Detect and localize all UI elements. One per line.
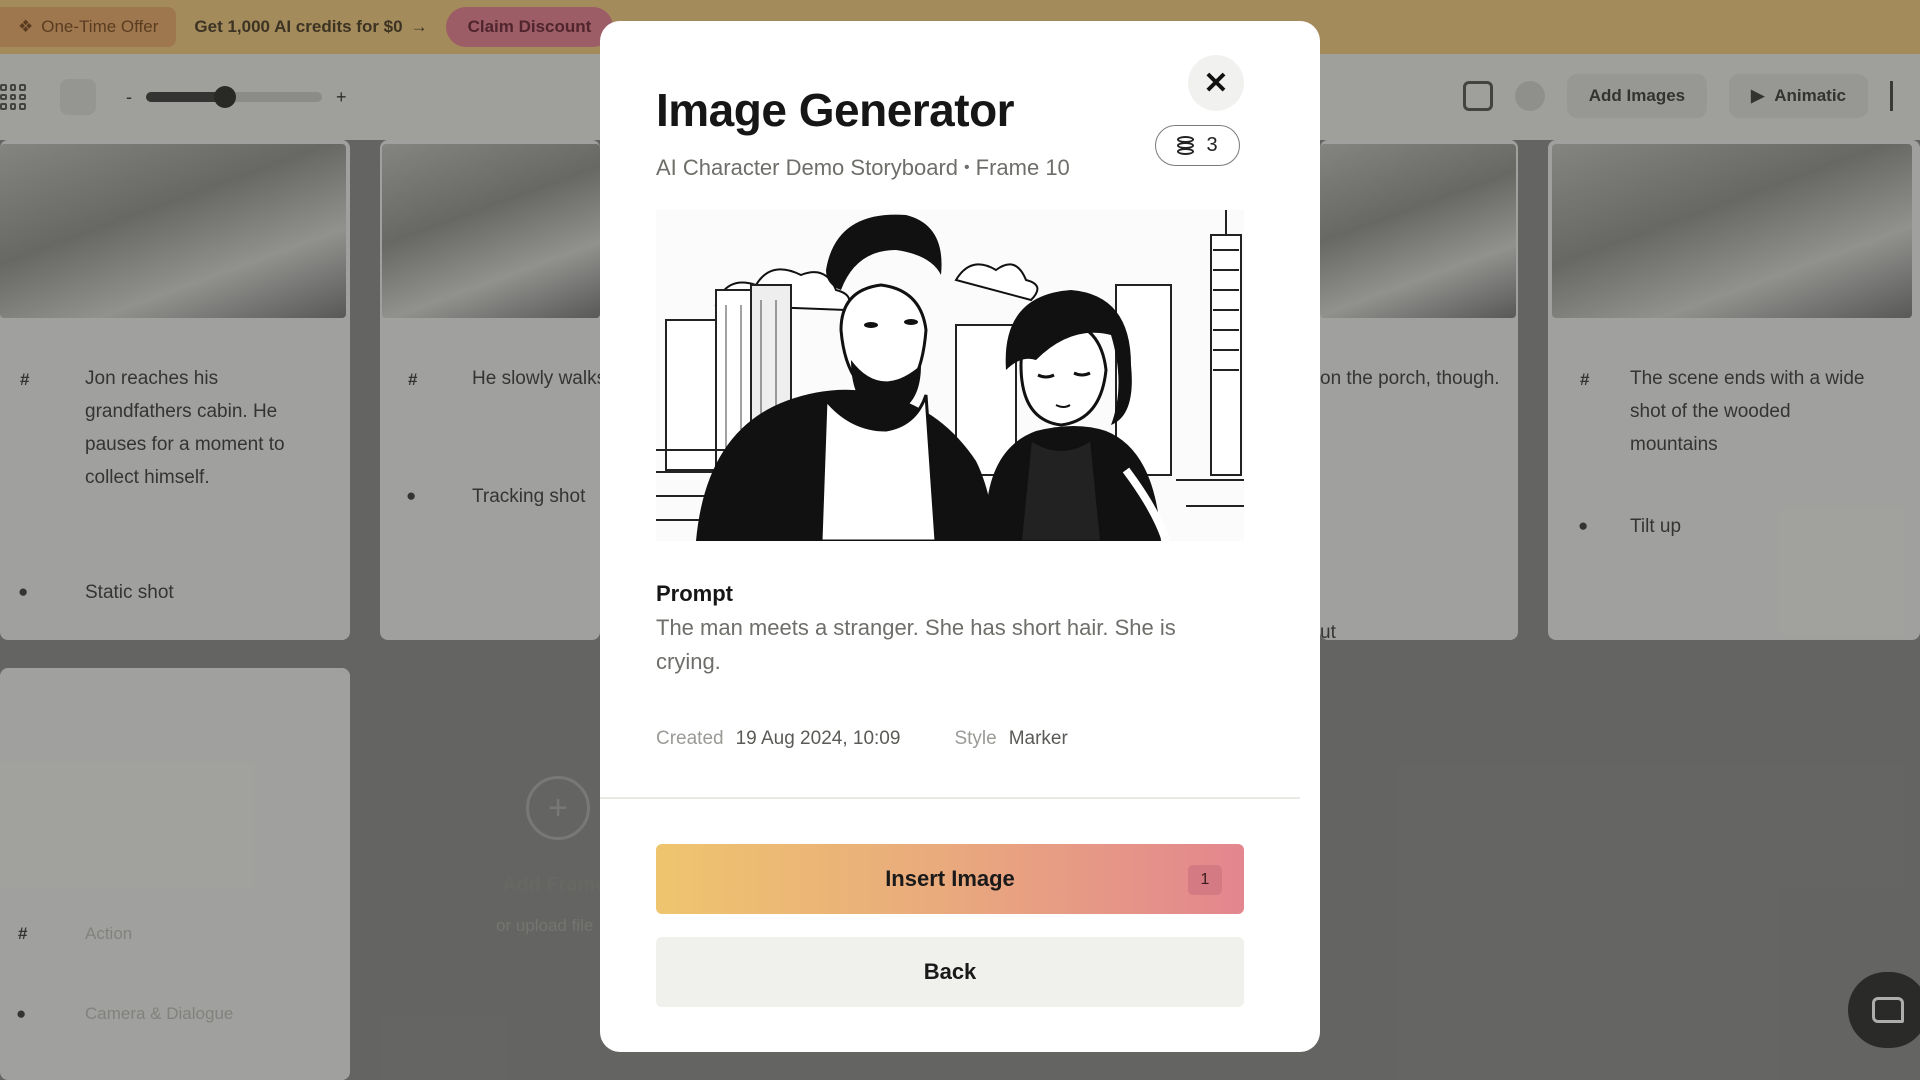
- modal-divider: [600, 797, 1300, 799]
- credits-badge: 3: [1155, 125, 1240, 166]
- created-label: Created: [656, 728, 724, 749]
- close-icon: ✕: [1203, 66, 1229, 100]
- insert-image-button[interactable]: Insert Image 1: [656, 844, 1244, 914]
- modal-title: Image Generator: [656, 84, 1015, 136]
- image-metadata: Created 19 Aug 2024, 10:09 Style Marker: [656, 728, 1122, 750]
- image-generator-modal: Image Generator ✕ AI Character Demo Stor…: [600, 21, 1320, 1052]
- prompt-text: The man meets a stranger. She has short …: [656, 615, 1176, 674]
- project-name: AI Character Demo Storyboard: [656, 155, 959, 180]
- generated-image-illustration: [656, 210, 1244, 541]
- database-icon: [1177, 135, 1195, 156]
- prompt-label: Prompt: [656, 581, 733, 606]
- generated-image: [656, 210, 1244, 541]
- credits-count: 3: [1206, 134, 1218, 156]
- insert-cost-badge: 1: [1188, 865, 1222, 895]
- frame-number: Frame 10: [975, 155, 1070, 180]
- insert-image-label: Insert Image: [885, 866, 1015, 891]
- created-value: 19 Aug 2024, 10:09: [735, 728, 901, 749]
- style-label: Style: [954, 728, 997, 749]
- style-value: Marker: [1008, 728, 1068, 749]
- back-label: Back: [923, 959, 977, 984]
- close-button[interactable]: ✕: [1188, 55, 1244, 111]
- separator-dot: •: [964, 159, 970, 176]
- back-button[interactable]: Back: [656, 937, 1244, 1007]
- modal-subtitle: AI Character Demo Storyboard • Frame 10: [656, 155, 1070, 181]
